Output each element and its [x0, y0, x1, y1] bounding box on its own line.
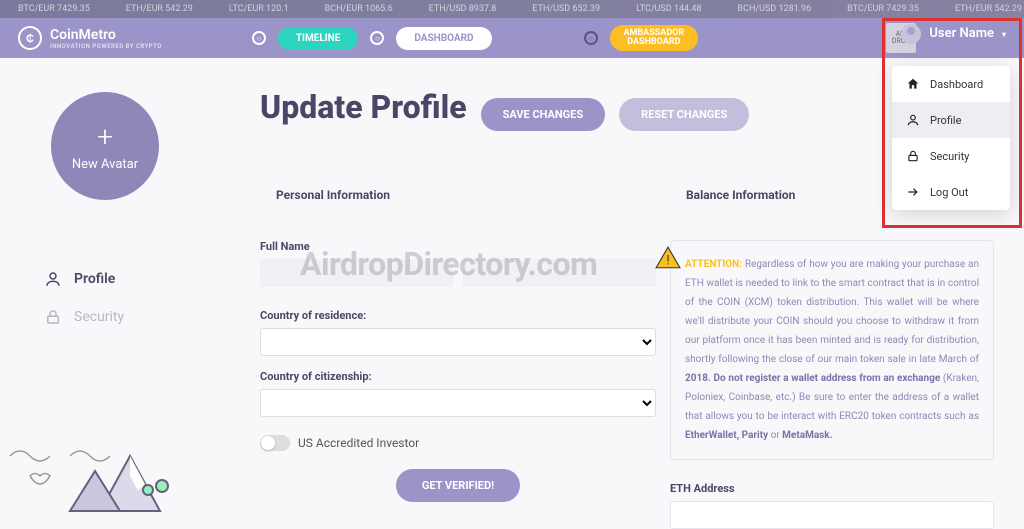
dashboard-button[interactable]: DASHBOARD [396, 27, 491, 50]
residence-select[interactable] [260, 328, 656, 356]
eth-address-label: ETH Address [670, 482, 994, 495]
balance-info-section: Balance Information ! ATTENTION: Regardl… [670, 174, 994, 529]
user-dropdown: Dashboard Profile Security Log Out [892, 66, 1010, 210]
arrow-right-icon [906, 185, 920, 199]
last-name-input[interactable] [463, 259, 656, 287]
home-icon [906, 77, 920, 91]
logo-icon: ₵ [18, 26, 42, 50]
personal-info-heading: Personal Information [260, 174, 656, 216]
citizenship-select[interactable] [260, 389, 656, 417]
user-avatar-icon [901, 24, 921, 44]
lock-icon [44, 308, 62, 326]
topbar: ₵ CoinMetro INNOVATION POWERED BY CRYPTO… [0, 18, 1024, 58]
timeline-dot-icon: ○ [252, 31, 266, 45]
brand-tagline: INNOVATION POWERED BY CRYPTO [50, 43, 162, 50]
residence-label: Country of residence: [260, 309, 656, 322]
plus-icon: + [97, 120, 113, 153]
ambassador-button[interactable]: AMBASSADOR DASHBOARD [610, 25, 699, 51]
svg-text:!: ! [666, 254, 669, 269]
dropdown-item-dashboard[interactable]: Dashboard [892, 66, 1010, 102]
balance-warning-card: ! ATTENTION: Regardless of how you are m… [670, 240, 994, 460]
user-icon [44, 270, 62, 288]
personal-info-section: Personal Information Full Name Country o… [260, 174, 656, 529]
lock-icon [906, 149, 920, 163]
save-button[interactable]: SAVE CHANGES [481, 98, 606, 131]
dropdown-item-security[interactable]: Security [892, 138, 1010, 174]
get-verified-button[interactable]: GET VERIFIED! [396, 469, 520, 502]
brand-logo[interactable]: ₵ CoinMetro INNOVATION POWERED BY CRYPTO [18, 26, 162, 50]
new-avatar-button[interactable]: + New Avatar [51, 92, 159, 200]
us-investor-label: US Accredited Investor [298, 436, 419, 450]
reset-button[interactable]: RESET CHANGES [619, 98, 749, 131]
decorative-illustration [0, 416, 200, 516]
warning-icon: ! [655, 245, 681, 271]
sidebar-item-profile[interactable]: Profile [44, 260, 166, 298]
user-name: User Name [929, 27, 994, 41]
ambassador-dot-icon: ○ [584, 31, 598, 45]
caret-down-icon: ▾ [1002, 30, 1006, 39]
us-investor-toggle[interactable] [260, 435, 290, 451]
sidebar-item-security[interactable]: Security [44, 298, 166, 336]
first-name-input[interactable] [260, 259, 453, 287]
user-menu-trigger[interactable]: User Name ▾ [901, 24, 1006, 44]
price-ticker: BTC/EUR 7429.35ETH/EUR 542.29LTC/EUR 120… [0, 0, 1024, 18]
brand-name: CoinMetro [50, 27, 116, 43]
page-title: Update Profile [260, 88, 467, 126]
dropdown-item-profile[interactable]: Profile [892, 102, 1010, 138]
full-name-label: Full Name [260, 240, 656, 253]
dashboard-dot-icon: ○ [370, 31, 384, 45]
eth-address-input[interactable] [670, 501, 994, 529]
citizenship-label: Country of citizenship: [260, 370, 656, 383]
user-icon [906, 113, 920, 127]
dropdown-item-logout[interactable]: Log Out [892, 174, 1010, 210]
timeline-button[interactable]: TIMELINE [278, 27, 359, 50]
